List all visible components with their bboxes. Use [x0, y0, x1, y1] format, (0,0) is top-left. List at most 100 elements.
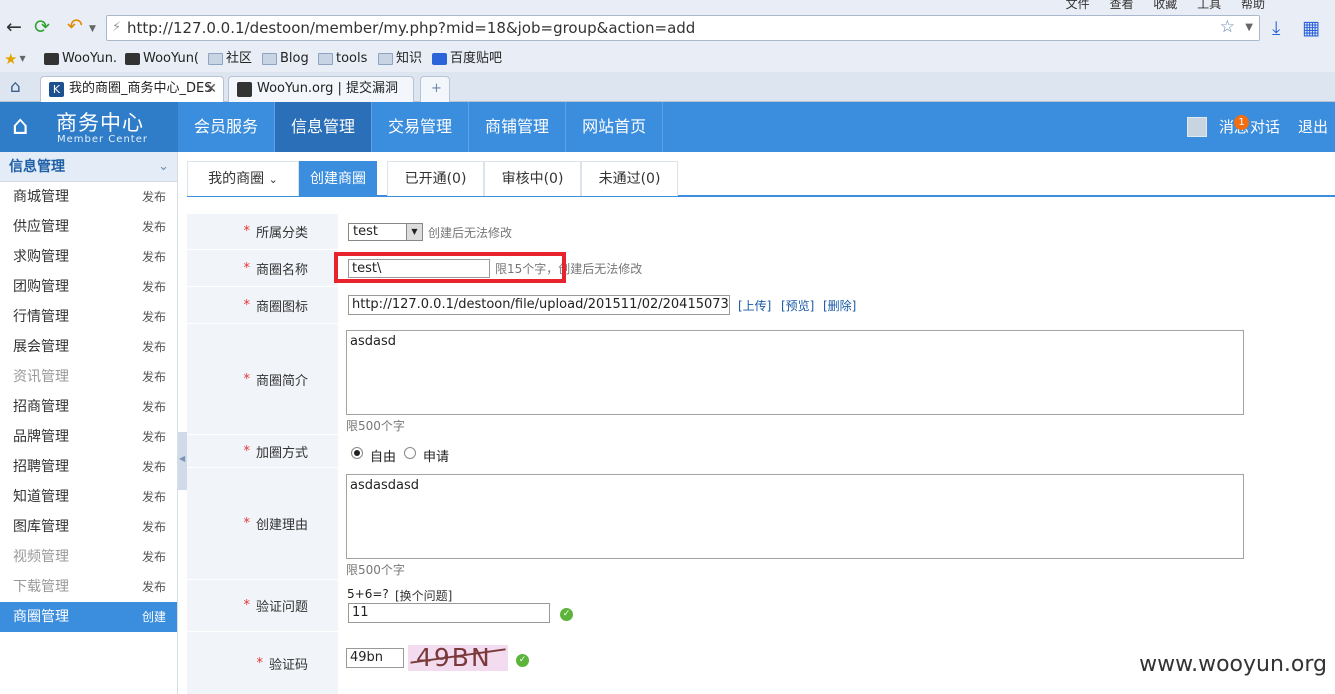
row-intro: * 商圈简介 asdasd 限500个字	[187, 323, 1335, 434]
sidebar-publish-link[interactable]: 发布	[142, 452, 166, 482]
label-icon: * 商圈图标	[187, 287, 338, 323]
menu-tools[interactable]: 工具	[1197, 0, 1221, 11]
sidebar-publish-link[interactable]: 发布	[142, 512, 166, 542]
bookmark-wooyun-1[interactable]: WooYun.	[44, 50, 117, 68]
chevron-left-icon: ◀	[179, 454, 186, 463]
chevron-down-icon[interactable]: ▼	[1245, 16, 1253, 40]
sidebar-publish-link[interactable]: 发布	[142, 242, 166, 272]
undo-icon[interactable]: ↶	[67, 16, 83, 36]
avatar[interactable]	[1187, 117, 1207, 137]
check-icon: ✓	[516, 654, 529, 667]
preview-link[interactable]: [预览]	[781, 297, 814, 314]
sidebar-item-news[interactable]: 资讯管理 发布	[0, 362, 177, 392]
grid-icon[interactable]: ▦	[1302, 18, 1320, 38]
bookmark-tools[interactable]: tools	[318, 50, 367, 68]
sidebar-item-circle[interactable]: 商圈管理 创建	[0, 602, 177, 632]
sidebar-publish-link[interactable]: 发布	[142, 392, 166, 422]
highlight-box	[334, 252, 566, 283]
nav-member-service[interactable]: 会员服务	[178, 102, 276, 152]
sidebar-item-photo[interactable]: 图库管理 发布	[0, 512, 177, 542]
sidebar-publish-link[interactable]: 发布	[142, 482, 166, 512]
sidebar-item-invest[interactable]: 招商管理 发布	[0, 392, 177, 422]
chat-link[interactable]: 对话	[1250, 102, 1280, 152]
menu-view[interactable]: 查看	[1109, 0, 1133, 11]
star-icon[interactable]: ☆	[1220, 15, 1235, 39]
category-select[interactable]: test ▼	[348, 223, 423, 241]
k-logo-icon: K	[49, 82, 64, 97]
sidebar-item-mall[interactable]: 商城管理 发布	[0, 182, 177, 212]
delete-link[interactable]: [删除]	[823, 297, 856, 314]
sidebar-publish-link[interactable]: 发布	[142, 362, 166, 392]
menu-favorites[interactable]: 收藏	[1153, 0, 1177, 11]
sidebar-publish-link[interactable]: 发布	[142, 182, 166, 212]
browser-toolbar: 文件 查看 收藏 工具 帮助 ← ⟳ ↶ ▼ ⚡ http://127.0.0.…	[0, 0, 1335, 46]
sidebar-item-brand[interactable]: 品牌管理 发布	[0, 422, 177, 452]
tab-create-circle[interactable]: 创建商圈	[299, 161, 377, 196]
captcha-input[interactable]: 49bn	[346, 648, 404, 668]
upload-link[interactable]: [上传]	[738, 297, 771, 314]
favorites-star-icon[interactable]: ★ ▼	[4, 50, 26, 68]
reason-textarea[interactable]: asdasdasd	[346, 474, 1244, 559]
row-question: * 验证问题 5+6=? [换个问题] 11 ✓	[187, 579, 1335, 631]
sidebar-collapse-handle[interactable]: ◀	[178, 432, 187, 490]
join-free-radio[interactable]	[351, 447, 363, 459]
change-question-link[interactable]: [换个问题]	[395, 587, 452, 604]
nav-site-home[interactable]: 网站首页	[566, 102, 664, 152]
sidebar-item-job[interactable]: 招聘管理 发布	[0, 452, 177, 482]
tab-rejected[interactable]: 未通过(0)	[581, 161, 678, 196]
sidebar-publish-link[interactable]: 发布	[142, 542, 166, 572]
sidebar-item-quote[interactable]: 行情管理 发布	[0, 302, 177, 332]
sidebar-item-exhibit[interactable]: 展会管理 发布	[0, 332, 177, 362]
sidebar-item-download[interactable]: 下载管理 发布	[0, 572, 177, 602]
chevron-down-icon[interactable]: ⌄	[158, 152, 169, 182]
sidebar-publish-link[interactable]: 发布	[142, 272, 166, 302]
tab-my-circles[interactable]: 我的商圈 ⌄	[187, 161, 299, 196]
nav-shop-management[interactable]: 商铺管理	[469, 102, 567, 152]
browser-tab-member[interactable]: K 我的商圈_商务中心_DES ✕	[40, 76, 224, 102]
bookmark-wooyun-2[interactable]: WooYun(	[125, 50, 199, 68]
back-arrow-icon[interactable]: ←	[6, 17, 22, 37]
logout-link[interactable]: 退出	[1298, 102, 1328, 152]
tab-opened[interactable]: 已开通(0)	[387, 161, 484, 196]
bookmark-baidu-tieba[interactable]: 百度贴吧	[432, 50, 502, 68]
bookmark-knowledge[interactable]: 知识	[378, 50, 422, 68]
captcha-image[interactable]: 49BN	[408, 645, 508, 671]
sidebar-publish-link[interactable]: 发布	[142, 572, 166, 602]
bookmark-blog[interactable]: Blog	[262, 50, 309, 68]
sidebar-item-know[interactable]: 知道管理 发布	[0, 482, 177, 512]
sidebar-item-purchase[interactable]: 求购管理 发布	[0, 242, 177, 272]
logo[interactable]: ⌂ 商务中心 Member Center	[0, 102, 178, 152]
browser-tab-wooyun[interactable]: WooYun.org | 提交漏洞	[228, 76, 414, 102]
sidebar-publish-link[interactable]: 发布	[142, 332, 166, 362]
sidebar-publish-link[interactable]: 发布	[142, 212, 166, 242]
menu-file[interactable]: 文件	[1066, 0, 1090, 11]
sidebar-item-supply[interactable]: 供应管理 发布	[0, 212, 177, 242]
answer-input[interactable]: 11	[348, 603, 550, 623]
sidebar: 信息管理 ⌄ 商城管理 发布 供应管理 发布 求购管理 发布 团购管理 发布 行情管理发…	[0, 152, 178, 694]
refresh-icon[interactable]: ⟳	[34, 17, 50, 37]
row-category: * 所属分类 test ▼ 创建后无法修改	[187, 213, 1335, 249]
join-apply-radio[interactable]	[404, 447, 416, 459]
icon-url-input[interactable]: http://127.0.0.1/destoon/file/upload/201…	[348, 295, 730, 315]
bookmark-community[interactable]: 社区	[208, 50, 252, 68]
intro-textarea[interactable]: asdasd	[346, 330, 1244, 415]
new-tab-button[interactable]: +	[420, 76, 450, 102]
download-icon[interactable]: ⤓	[1272, 18, 1280, 38]
home-icon[interactable]: ⌂	[10, 77, 21, 97]
address-bar[interactable]: ⚡ http://127.0.0.1/destoon/member/my.php…	[106, 15, 1260, 41]
sidebar-create-link[interactable]: 创建	[142, 602, 166, 632]
menu-help[interactable]: 帮助	[1241, 0, 1265, 11]
sidebar-publish-link[interactable]: 发布	[142, 422, 166, 452]
sidebar-title[interactable]: 信息管理 ⌄	[0, 152, 177, 182]
chevron-down-icon: ⌄	[268, 173, 278, 186]
sidebar-item-groupbuy[interactable]: 团购管理 发布	[0, 272, 177, 302]
sidebar-item-video[interactable]: 视频管理 发布	[0, 542, 177, 572]
nav-info-management[interactable]: 信息管理	[275, 102, 373, 152]
close-icon[interactable]: ✕	[205, 77, 217, 101]
undo-dropdown-icon[interactable]: ▼	[89, 19, 96, 39]
sidebar-publish-link[interactable]: 发布	[142, 302, 166, 332]
browser-menu: 文件 查看 收藏 工具 帮助	[1050, 0, 1265, 12]
tab-reviewing[interactable]: 审核中(0)	[484, 161, 581, 196]
url-text: http://127.0.0.1/destoon/member/my.php?m…	[127, 19, 696, 37]
nav-trade-management[interactable]: 交易管理	[372, 102, 470, 152]
